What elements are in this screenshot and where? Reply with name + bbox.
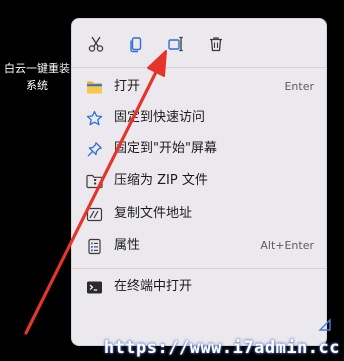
- rename-button[interactable]: [163, 31, 189, 57]
- menu-item-label: 压缩为 ZIP 文件: [114, 173, 208, 188]
- menu-item-label: 在终端中打开: [114, 279, 193, 294]
- menu-item-label: 固定到快速访问: [114, 110, 206, 125]
- pin-icon: [86, 141, 103, 158]
- menu-item-shortcut: Enter: [284, 80, 314, 93]
- menu-item-open[interactable]: 打开 Enter: [76, 72, 322, 102]
- watermark-text: https://www.i7admin.cc: [103, 338, 340, 358]
- cut-button[interactable]: [83, 31, 109, 57]
- desktop-icon-label-line2: 系统: [26, 79, 48, 92]
- menu-item-copy-path[interactable]: 复制文件地址: [76, 199, 322, 229]
- desktop-icon-label-line1: 白云一键重装: [4, 62, 70, 75]
- rename-icon: [168, 36, 183, 52]
- desktop-icon-label[interactable]: 白云一键重装 系统: [2, 60, 72, 94]
- context-menu: 打开 Enter 固定到快速访问 固定到"开始"屏幕 压缩为 ZIP 文件 复制…: [71, 18, 327, 346]
- menu-item-compress-zip[interactable]: 压缩为 ZIP 文件: [76, 166, 322, 196]
- trash-icon: [210, 37, 222, 52]
- menu-item-label: 固定到"开始"屏幕: [114, 141, 217, 156]
- menu-item-label: 属性: [114, 238, 141, 253]
- desktop-item-icon: [318, 318, 331, 331]
- menu-item-pin-quick-access[interactable]: 固定到快速访问: [76, 103, 322, 133]
- folder-icon: [86, 79, 103, 96]
- scissors-icon: [88, 36, 104, 52]
- menu-item-open-terminal[interactable]: 在终端中打开: [76, 272, 322, 302]
- menu-item-label: 打开: [114, 79, 141, 94]
- quick-actions-bar: [72, 19, 326, 67]
- copy-path-icon: [86, 206, 103, 223]
- menu-divider: [72, 67, 326, 68]
- star-icon: [86, 110, 103, 127]
- delete-button[interactable]: [203, 31, 229, 57]
- terminal-icon: [86, 279, 103, 296]
- menu-item-pin-start[interactable]: 固定到"开始"屏幕: [76, 134, 322, 164]
- menu-item-shortcut: Alt+Enter: [260, 239, 314, 252]
- menu-item-properties[interactable]: 属性 Alt+Enter: [76, 231, 322, 261]
- menu-item-label: 复制文件地址: [114, 206, 193, 221]
- copy-icon: [130, 37, 142, 53]
- properties-icon: [86, 238, 103, 255]
- zip-folder-icon: [86, 173, 103, 190]
- copy-button[interactable]: [123, 31, 149, 57]
- menu-divider: [72, 268, 326, 269]
